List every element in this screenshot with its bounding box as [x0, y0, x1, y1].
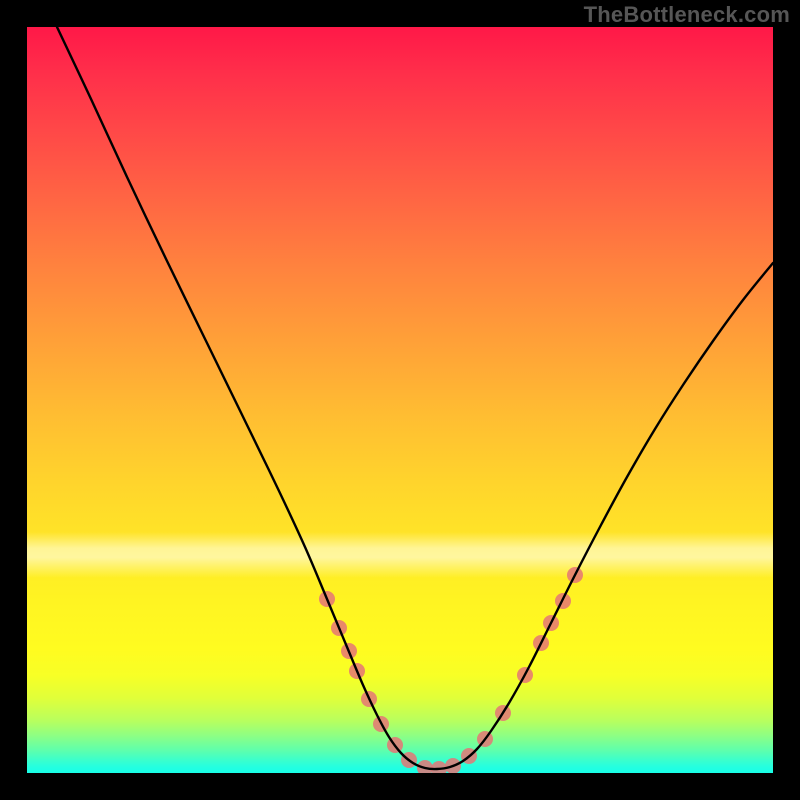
chart-frame: TheBottleneck.com	[0, 0, 800, 800]
plot-area	[27, 27, 773, 773]
bottleneck-curve	[57, 27, 773, 769]
data-point-marker	[431, 761, 447, 773]
watermark-text: TheBottleneck.com	[584, 2, 790, 28]
marker-dots	[319, 567, 583, 773]
curve-layer	[27, 27, 773, 773]
